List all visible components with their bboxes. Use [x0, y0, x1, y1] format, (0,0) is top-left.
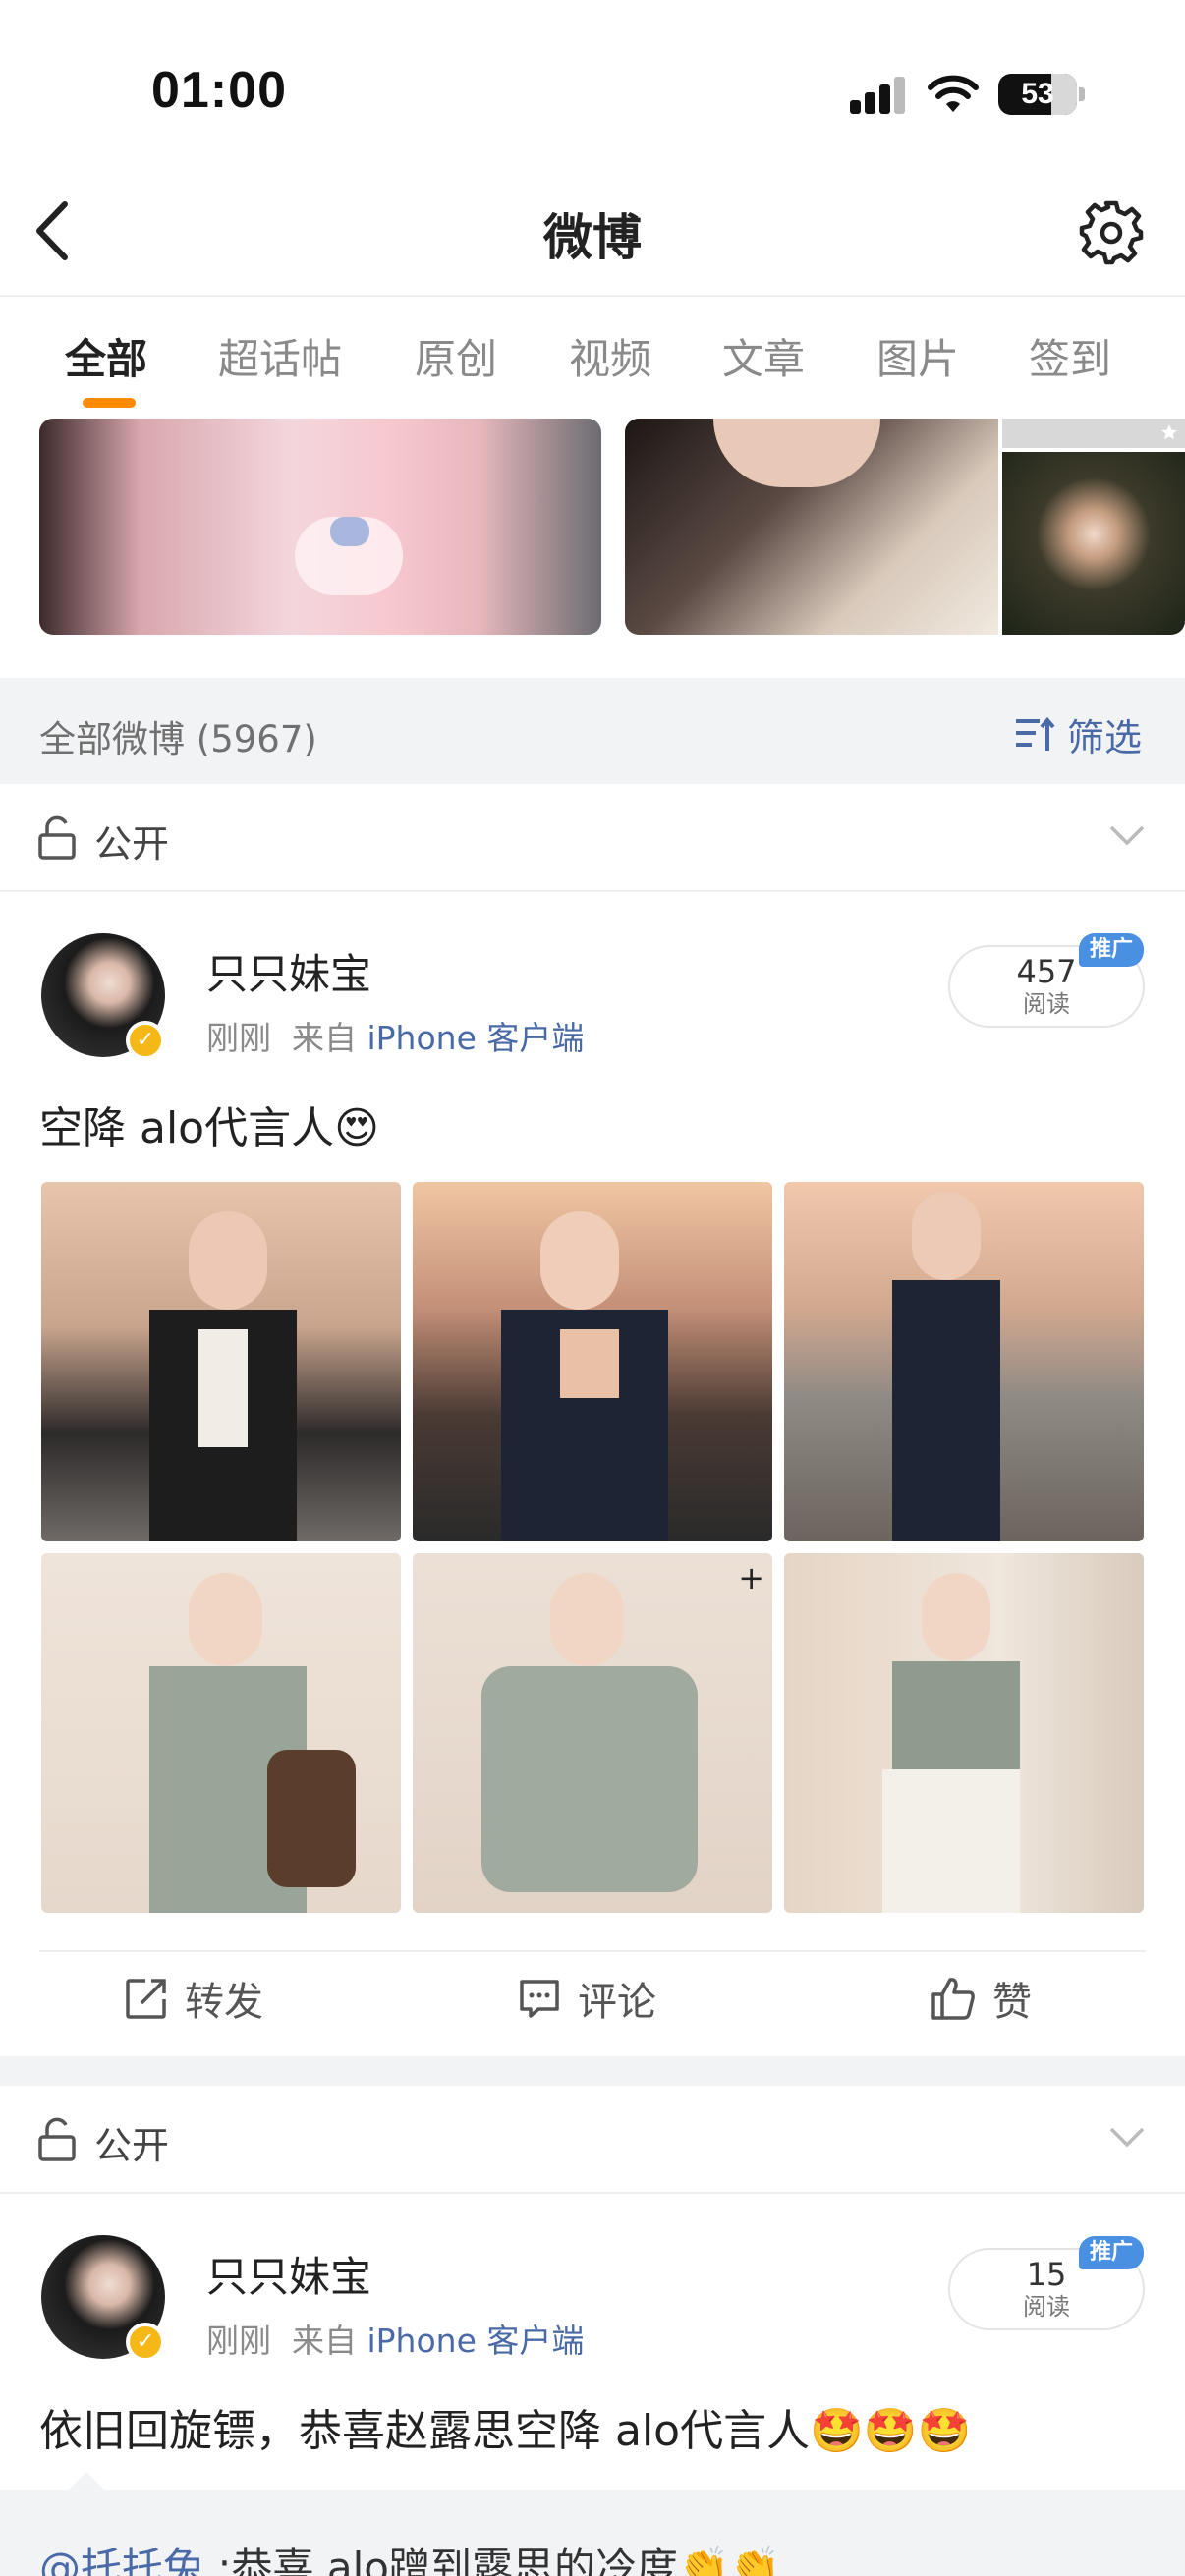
promo-badge: 推广 [1079, 933, 1144, 967]
profile-album-photo-3[interactable] [1002, 419, 1185, 448]
repost-body: :恭喜 alo蹭到露思的冷度 [217, 2544, 678, 2576]
wifi-icon [928, 75, 979, 112]
comment-button[interactable]: 评论 [517, 1970, 656, 2027]
chevron-down-icon [1109, 825, 1145, 846]
post-meta: 刚刚 来自 iPhone 客户端 [206, 1012, 584, 1059]
visibility-label: 公开 [94, 822, 170, 866]
profile-album-photo-1[interactable] [39, 419, 601, 635]
thumbs-up-icon [931, 1978, 975, 2020]
tab-all[interactable]: 全部 [65, 326, 147, 386]
repost-label: 转发 [185, 1980, 263, 2025]
read-label: 阅读 [1023, 2293, 1070, 2321]
star-struck-emoji: 🤩🤩🤩 [810, 2406, 972, 2456]
tab-article[interactable]: 文章 [722, 326, 805, 386]
visibility-label: 公开 [94, 2124, 170, 2167]
battery-icon: 53 [998, 74, 1085, 115]
unlock-icon [38, 2117, 76, 2161]
username[interactable]: 只只妹宝 [206, 2244, 371, 2304]
post-separator [0, 2056, 1185, 2086]
repost-text: @托托兔 :恭喜 alo蹭到露思的冷度👏👏 [39, 2535, 781, 2576]
like-label: 赞 [992, 1980, 1032, 2025]
tab-video[interactable]: 视频 [569, 326, 651, 386]
repost-button[interactable]: 转发 [124, 1970, 263, 2027]
profile-album-photo-2[interactable] [625, 419, 998, 635]
filter-label: 筛选 [1066, 716, 1142, 759]
post-text: 空降 alo代言人😍 [39, 1092, 379, 1155]
post-image-4[interactable] [41, 1553, 401, 1913]
tab-original[interactable]: 原创 [415, 326, 497, 386]
battery-level: 53 [1021, 78, 1054, 110]
actions-divider [39, 1950, 1146, 1952]
visibility-row[interactable]: 公开 [0, 2088, 1185, 2192]
tab-check-in[interactable]: 签到 [1029, 326, 1111, 386]
active-tab-indicator [83, 398, 136, 408]
post-text-body: 空降 alo代言人 [39, 1103, 335, 1153]
visibility-row[interactable]: 公开 [0, 786, 1185, 890]
tab-super-topic[interactable]: 超话帖 [218, 326, 342, 386]
post-text-body: 依旧回旋镖，恭喜赵露思空降 alo代言人 [39, 2406, 811, 2456]
post-time: 刚刚 [206, 1019, 271, 1057]
comment-icon [520, 1980, 559, 2018]
header-divider [0, 295, 1185, 297]
verified-badge-icon: ✓ [126, 2323, 165, 2362]
post-image-3[interactable] [784, 1182, 1144, 1541]
post-image-5[interactable]: + [413, 1553, 772, 1913]
like-button[interactable]: 赞 [930, 1970, 1032, 2027]
source-prefix: 来自 [291, 1019, 357, 1057]
status-time: 01:00 [151, 62, 287, 119]
username[interactable]: 只只妹宝 [206, 941, 371, 1001]
post-meta: 刚刚 来自 iPhone 客户端 [206, 2315, 584, 2362]
post-image-1[interactable] [41, 1182, 401, 1541]
chevron-down-icon [1109, 2127, 1145, 2148]
post-divider [0, 2192, 1185, 2194]
filter-sort-icon [1015, 716, 1055, 751]
plus-icon: + [738, 1559, 764, 1596]
unlock-icon [38, 815, 76, 860]
weibo-count-label: 全部微博 (5967) [39, 718, 317, 760]
post-image-6[interactable] [784, 1553, 1144, 1913]
post-time: 刚刚 [206, 2322, 271, 2360]
repost-user-mention[interactable]: @托托兔 [39, 2544, 204, 2576]
page-title: 微博 [543, 209, 642, 266]
clap-emoji: 👏👏 [677, 2544, 781, 2576]
cellular-signal-icon [850, 77, 905, 114]
weibo-count-bar: 全部微博 (5967) 筛选 [0, 678, 1185, 784]
post-source[interactable]: iPhone 客户端 [367, 2322, 584, 2360]
share-icon [126, 1979, 166, 2019]
post-source[interactable]: iPhone 客户端 [367, 1019, 584, 1057]
filter-button[interactable]: 筛选 [1014, 707, 1142, 761]
heart-eyes-emoji: 😍 [334, 1103, 379, 1153]
read-label: 阅读 [1023, 990, 1070, 1018]
post-image-2[interactable] [413, 1182, 772, 1541]
repost-preview[interactable]: @托托兔 :恭喜 alo蹭到露思的冷度👏👏 [0, 2472, 1185, 2576]
post-text: 依旧回旋镖，恭喜赵露思空降 alo代言人🤩🤩🤩 [39, 2395, 971, 2458]
star-icon [1161, 424, 1177, 440]
post-divider [0, 890, 1185, 892]
profile-album-photo-4[interactable] [1002, 452, 1185, 635]
comment-label: 评论 [578, 1980, 656, 2025]
promo-badge: 推广 [1079, 2236, 1144, 2269]
settings-gear-icon[interactable] [1077, 198, 1146, 267]
source-prefix: 来自 [291, 2322, 357, 2360]
tab-pictures[interactable]: 图片 [876, 326, 959, 386]
verified-badge-icon: ✓ [126, 1021, 165, 1060]
